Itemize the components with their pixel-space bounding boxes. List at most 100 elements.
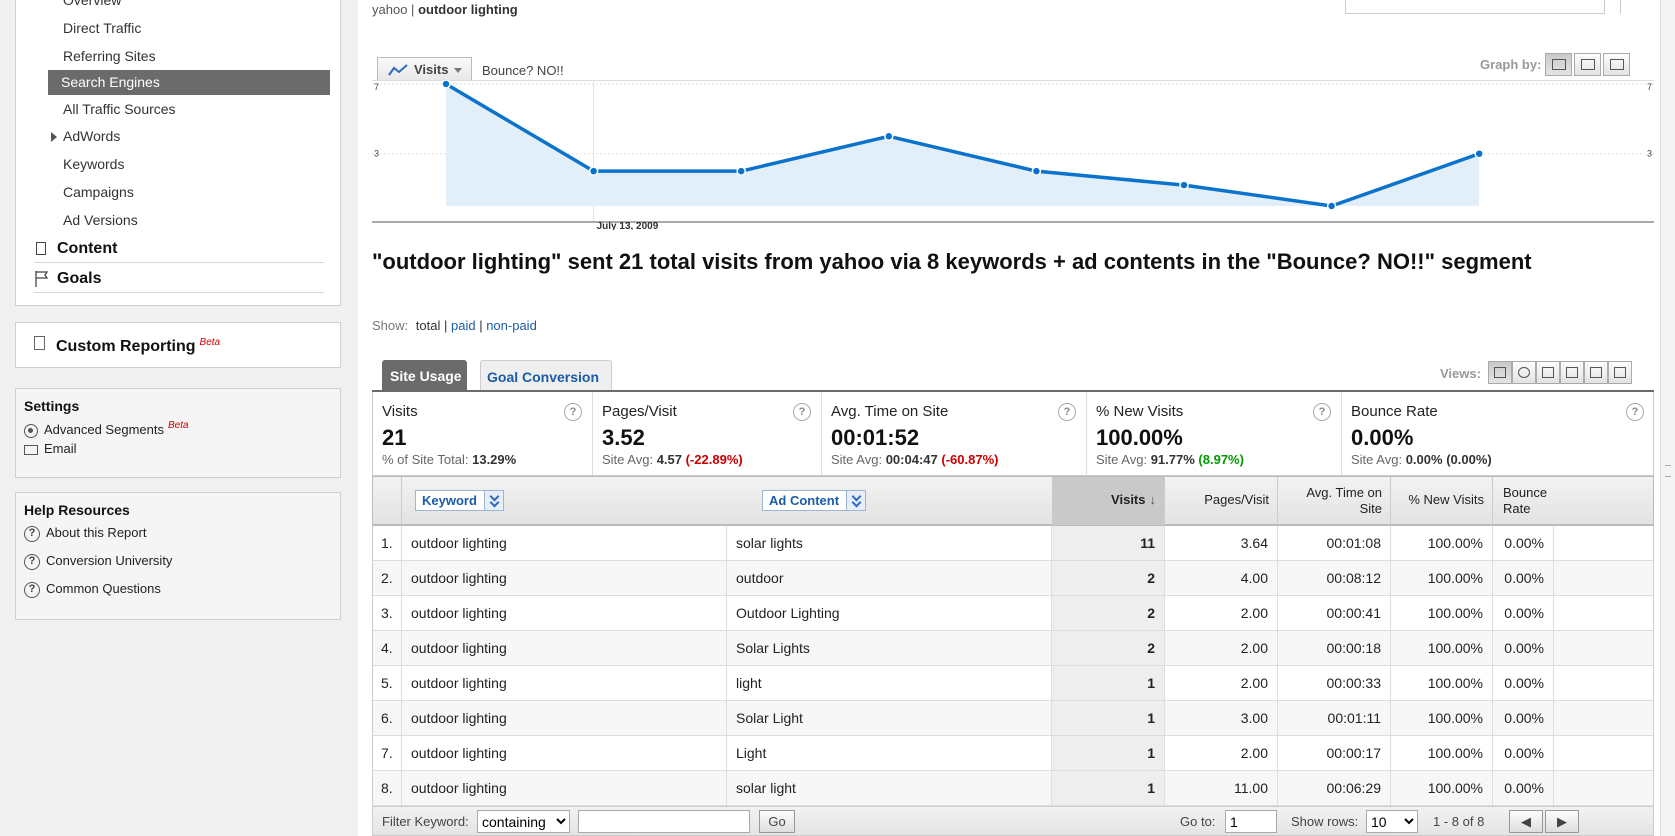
date-range-field[interactable] <box>1345 0 1605 14</box>
cell-ad-content[interactable]: Solar Lights <box>727 631 1052 665</box>
data-point[interactable] <box>736 166 746 176</box>
advanced-segments-link[interactable]: Advanced Segments Beta <box>24 420 189 438</box>
graph-by-label: Graph by: <box>1480 57 1542 72</box>
help-icon[interactable]: ? <box>1313 403 1331 421</box>
table-row[interactable]: 7. outdoor lighting Light 1 2.00 00:00:17 100.… <box>372 736 1654 771</box>
nav-item-search-engines[interactable]: Search Engines <box>48 70 330 95</box>
prev-page-button[interactable]: ◀ <box>1509 810 1543 833</box>
data-point[interactable] <box>441 80 451 89</box>
help-link-conversion-university[interactable]: ? Conversion University <box>24 553 172 570</box>
table-row[interactable]: 5. outdoor lighting light 1 2.00 00:00:33 100.… <box>372 666 1654 701</box>
data-point[interactable] <box>884 131 894 142</box>
cell-ad-content[interactable]: Outdoor Lighting <box>727 596 1052 630</box>
graph-by-day-button[interactable] <box>1545 53 1572 76</box>
data-point[interactable] <box>1474 148 1484 159</box>
show-paid-link[interactable]: paid <box>451 318 476 333</box>
cell-keyword[interactable]: outdoor lighting <box>402 526 727 560</box>
data-point[interactable] <box>588 166 599 176</box>
header-visits[interactable]: Visits ↓ <box>1052 477 1165 525</box>
table-row[interactable]: 8. outdoor lighting solar light 1 11.00 00:06… <box>372 771 1654 806</box>
cell-ad-content[interactable]: Solar Light <box>727 701 1052 735</box>
graph-by-week-button[interactable] <box>1574 53 1601 76</box>
help-icon[interactable]: ? <box>1626 403 1644 421</box>
cell-keyword[interactable]: outdoor lighting <box>402 666 727 700</box>
scroll-grip-icon[interactable] <box>1665 465 1671 477</box>
graph-metric-selector[interactable]: Visits <box>377 57 472 81</box>
cell-ad-content[interactable]: Light <box>727 736 1052 770</box>
nav-section-content[interactable]: Content <box>34 234 324 263</box>
scorecard-name: Visits <box>382 403 418 420</box>
header-new-visits[interactable]: % New Visits <box>1391 477 1493 525</box>
cell-index: 8. <box>373 771 402 805</box>
cell-pages-visit: 3.00 <box>1165 701 1278 735</box>
goto-page-input[interactable] <box>1225 810 1277 833</box>
cell-keyword[interactable]: outdoor lighting <box>402 701 727 735</box>
scorecard-sub-value: 0.00% <box>1405 452 1443 467</box>
help-link-about-report[interactable]: ? About this Report <box>24 525 146 542</box>
view-pie-button[interactable] <box>1512 361 1536 384</box>
next-page-button[interactable]: ▶ <box>1545 810 1579 833</box>
cell-keyword[interactable]: outdoor lighting <box>402 596 727 630</box>
header-avg-time[interactable]: Avg. Time on Site <box>1278 477 1391 525</box>
nav-section-goals[interactable]: Goals <box>34 264 324 293</box>
cell-keyword[interactable]: outdoor lighting <box>402 736 727 770</box>
view-comparison-button[interactable] <box>1560 361 1584 384</box>
table-row[interactable]: 6. outdoor lighting Solar Light 1 3.00 00:01:… <box>372 701 1654 736</box>
nav-item-campaigns[interactable]: Campaigns <box>63 184 134 200</box>
cell-keyword[interactable]: outdoor lighting <box>402 631 727 665</box>
expand-arrow-icon[interactable] <box>51 132 57 142</box>
show-rows-select[interactable]: 10 <box>1366 810 1418 833</box>
cell-pages-visit: 4.00 <box>1165 561 1278 595</box>
view-sparkline-button[interactable] <box>1608 361 1632 384</box>
table-row[interactable]: 2. outdoor lighting outdoor 2 4.00 00:08:12 10… <box>372 561 1654 596</box>
tab-site-usage[interactable]: Site Usage <box>382 360 467 391</box>
custom-reporting-panel[interactable]: Custom Reporting Beta <box>15 322 341 368</box>
nav-item-direct-traffic[interactable]: Direct Traffic <box>63 20 141 36</box>
graph-by-month-button[interactable] <box>1603 53 1630 76</box>
help-link-common-questions[interactable]: ? Common Questions <box>24 581 161 598</box>
nav-item-ad-versions[interactable]: Ad Versions <box>63 212 138 228</box>
show-nonpaid-link[interactable]: non-paid <box>486 318 537 333</box>
table-row[interactable]: 1. outdoor lighting solar lights 11 3.64 00:0… <box>372 526 1654 561</box>
nav-item-keywords[interactable]: Keywords <box>63 156 124 172</box>
dropdown-arrow-icon <box>454 68 462 73</box>
view-bar-button[interactable] <box>1536 361 1560 384</box>
table-row[interactable]: 3. outdoor lighting Outdoor Lighting 2 2.00 0… <box>372 596 1654 631</box>
nav-item-adwords[interactable]: AdWords <box>63 128 120 144</box>
filter-mode-select[interactable]: containing <box>477 810 570 833</box>
header-pages-visit[interactable]: Pages/Visit <box>1165 477 1278 525</box>
header-bounce-rate[interactable]: Bounce Rate <box>1493 477 1654 525</box>
table-footer: Filter Keyword: containing Go Go to: Sho… <box>372 806 1654 836</box>
cell-ad-content[interactable]: outdoor <box>727 561 1052 595</box>
cell-ad-content[interactable]: solar light <box>727 771 1052 805</box>
nav-item-overview[interactable]: Overview <box>63 0 121 8</box>
nav-item-all-traffic-sources[interactable]: All Traffic Sources <box>63 101 176 117</box>
tab-goal-conversion[interactable]: Goal Conversion <box>480 360 612 391</box>
help-icon[interactable]: ? <box>564 403 582 421</box>
breadcrumb-source[interactable]: yahoo <box>372 2 407 17</box>
data-point[interactable] <box>1031 166 1042 176</box>
vertical-scrollbar[interactable] <box>1660 0 1675 836</box>
table-row[interactable]: 4. outdoor lighting Solar Lights 2 2.00 00:00… <box>372 631 1654 666</box>
filter-go-button[interactable]: Go <box>759 810 795 833</box>
filter-input[interactable] <box>578 810 750 833</box>
x-tick-date: July 13, 2009 <box>597 221 659 230</box>
cell-keyword[interactable]: outdoor lighting <box>402 771 727 805</box>
nav-item-referring-sites[interactable]: Referring Sites <box>63 48 156 64</box>
scorecard-name: Avg. Time on Site <box>831 403 949 420</box>
email-link[interactable]: Email <box>24 441 77 456</box>
help-icon[interactable]: ? <box>1058 403 1076 421</box>
segment-label: Bounce? NO!! <box>482 63 564 78</box>
cell-ad-content[interactable]: light <box>727 666 1052 700</box>
view-table-button[interactable] <box>1488 361 1512 384</box>
ad-content-dimension-selector[interactable]: Ad Content <box>762 490 867 511</box>
custom-reporting-link[interactable]: Custom Reporting Beta <box>56 337 220 356</box>
data-point[interactable] <box>1326 201 1337 211</box>
data-point[interactable] <box>1179 180 1189 190</box>
keyword-dimension-selector[interactable]: Keyword <box>415 490 504 511</box>
help-icon[interactable]: ? <box>793 403 811 421</box>
cell-keyword[interactable]: outdoor lighting <box>402 561 727 595</box>
cell-ad-content[interactable]: solar lights <box>727 526 1052 560</box>
cell-avg-time: 00:01:08 <box>1278 526 1391 560</box>
view-pivot-button[interactable] <box>1584 361 1608 384</box>
